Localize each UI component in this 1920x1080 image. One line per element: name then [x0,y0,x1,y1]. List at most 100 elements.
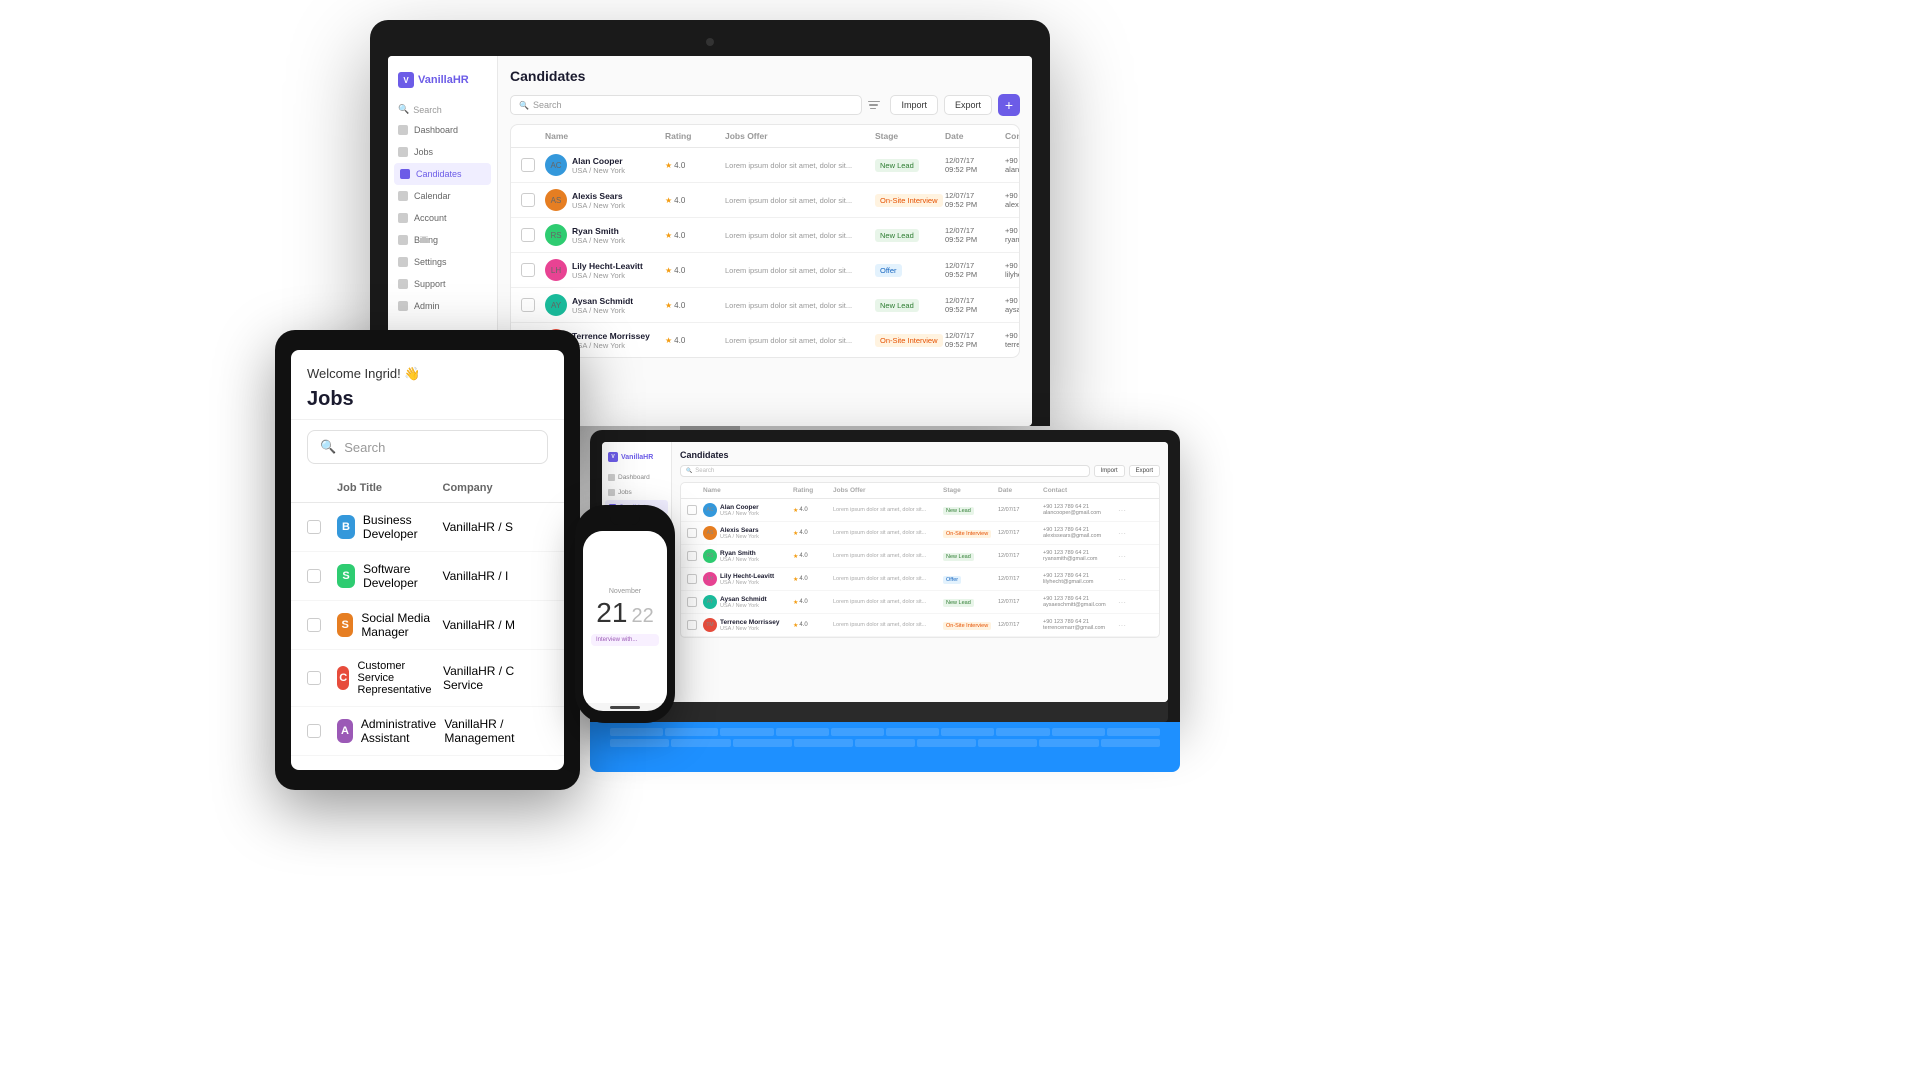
home-bar-line [610,706,640,709]
phone-month: November [609,588,641,595]
stage-badge: Offer [875,264,945,277]
table-row[interactable]: LH Lily Hecht-Leavitt USA / New York ★4.… [511,253,1019,288]
table-row[interactable]: TM Terrence Morrissey USA / New York ★4.… [511,323,1019,357]
support-icon [398,279,408,289]
sidebar-item-account[interactable]: Account [388,207,497,229]
table-row[interactable]: AC Alan Cooper USA / New York ★4.0 Lorem… [511,148,1019,183]
laptop-export-button[interactable]: Export [1129,465,1160,477]
laptop-table-row[interactable]: AC Alan Cooper USA / New York ★4.0 Lorem… [681,499,1159,522]
laptop-import-button[interactable]: Import [1094,465,1125,477]
tablet-table-row[interactable]: B Business Developer VanillaHR / S [291,503,564,552]
name-cell: AS Alexis Sears USA / New York [545,189,665,211]
row-menu[interactable]: ··· [1118,621,1133,630]
row-checkbox[interactable] [521,298,535,312]
row-menu[interactable]: ··· [1118,575,1133,584]
settings-icon [398,257,408,267]
row-checkbox[interactable] [687,505,697,515]
row-checkbox[interactable] [687,528,697,538]
avatar: AC [545,154,567,176]
laptop-table-row[interactable]: TM Terrence Morrissey USA / New York ★4.… [681,614,1159,637]
laptop-app: V VanillaHR Dashboard Jobs [602,442,1168,702]
laptop-table-row[interactable]: RS Ryan Smith USA / New York ★4.0 Lorem … [681,545,1159,568]
laptop-avatar: RS [703,549,717,563]
date-cell: 12/07/17 09:52 PM [945,331,1005,349]
row-checkbox[interactable] [687,574,697,584]
sidebar-item-admin[interactable]: Admin [388,295,497,317]
sidebar-item-support[interactable]: Support [388,273,497,295]
row-checkbox[interactable] [521,263,535,277]
contact-cell: +90 123 789 64 21 alexissears@gmail.com [1005,191,1020,209]
phone-wrapper: November 21 22 Interview with... [575,505,675,723]
avatar: AY [545,294,567,316]
contact-cell: +90 123 789 64 21 terrencemarr@gmail.com [1005,331,1020,349]
scene: V VanillaHR 🔍 Search Dashboard [0,0,1920,1080]
row-checkbox[interactable] [687,551,697,561]
row-checkbox[interactable] [521,193,535,207]
app-logo: V VanillaHR [388,66,497,100]
date-cell: 12/07/17 09:52 PM [945,226,1005,244]
admin-icon [398,301,408,311]
laptop-table-row[interactable]: AY Aysan Schmidt USA / New York ★4.0 Lor… [681,591,1159,614]
tablet-table-row[interactable]: S Social Media Manager VanillaHR / M [291,601,564,650]
search-box[interactable]: 🔍 Search [510,95,862,115]
stage-badge: New Lead [875,229,945,242]
table-row[interactable]: RS Ryan Smith USA / New York ★4.0 Lorem … [511,218,1019,253]
laptop-table-row[interactable]: LH Lily Hecht-Leavitt USA / New York ★4.… [681,568,1159,591]
row-checkbox[interactable] [307,618,321,632]
row-checkbox[interactable] [687,597,697,607]
laptop-avatar: AS [703,526,717,540]
laptop-nav-jobs[interactable]: Jobs [602,485,671,500]
table-row[interactable]: AS Alexis Sears USA / New York ★4.0 Lore… [511,183,1019,218]
tablet-table-row[interactable]: A Administrative Assistant VanillaHR / M… [291,707,564,756]
table-row[interactable]: AY Aysan Schmidt USA / New York ★4.0 Lor… [511,288,1019,323]
import-button[interactable]: Import [890,95,938,115]
tablet-table-row[interactable]: C Customer Service Representative Vanill… [291,650,564,707]
row-checkbox[interactable] [521,228,535,242]
billing-icon [398,235,408,245]
name-cell: AY Aysan Schmidt USA / New York [545,294,665,316]
phone-screen: November 21 22 Interview with... [583,531,667,711]
account-icon [398,213,408,223]
welcome-text: Welcome Ingrid! 👋 [307,366,548,382]
laptop-search[interactable]: 🔍 Search [680,465,1090,477]
row-checkbox[interactable] [307,520,321,534]
monitor-camera [706,38,714,46]
job-letter-icon: S [337,564,355,588]
search-icon-tablet: 🔍 [320,439,336,455]
row-menu[interactable]: ··· [1118,529,1133,538]
phone-calendar: November 21 22 Interview with... [583,531,667,703]
job-offer-text: Lorem ipsum dolor sit amet, dolor sit... [725,161,870,170]
laptop-table-row[interactable]: AS Alexis Sears USA / New York ★4.0 Lore… [681,522,1159,545]
sidebar-item-settings[interactable]: Settings [388,251,497,273]
laptop-avatar: AY [703,595,717,609]
laptop-nav-dashboard[interactable]: Dashboard [602,470,671,485]
sidebar-item-calendar[interactable]: Calendar [388,185,497,207]
calendar-icon [398,191,408,201]
sidebar-item-candidates[interactable]: Candidates [394,163,491,185]
row-menu[interactable]: ··· [1118,552,1133,561]
laptop-candidates-table: Name Rating Jobs Offer Stage Date Contac… [680,482,1160,638]
tablet-search[interactable]: 🔍 Search [307,430,548,464]
sidebar-search[interactable]: 🔍 Search [388,100,497,119]
laptop-jobs-icon [608,489,615,496]
row-menu[interactable]: ··· [1118,506,1133,515]
sidebar-item-jobs[interactable]: Jobs [388,141,497,163]
tablet-frame: Welcome Ingrid! 👋 Jobs 🔍 Search Job Titl… [275,330,580,790]
sidebar-item-billing[interactable]: Billing [388,229,497,251]
export-button[interactable]: Export [944,95,992,115]
tablet-table-row[interactable]: S Software Developer VanillaHR / I [291,552,564,601]
laptop-toolbar: 🔍 Search Import Export [680,465,1160,477]
sidebar-item-dashboard[interactable]: Dashboard [388,119,497,141]
name-cell: LH Lily Hecht-Leavitt USA / New York [545,259,665,281]
job-offer-text: Lorem ipsum dolor sit amet, dolor sit... [725,336,870,345]
filter-icon[interactable] [868,97,884,113]
laptop-wrapper: V VanillaHR Dashboard Jobs [590,430,1180,772]
row-checkbox[interactable] [307,569,321,583]
add-candidate-button[interactable]: + [998,94,1020,116]
row-checkbox[interactable] [687,620,697,630]
row-menu[interactable]: ··· [1118,598,1133,607]
row-checkbox[interactable] [307,724,321,738]
row-checkbox[interactable] [521,158,535,172]
row-checkbox[interactable] [307,671,321,685]
job-offer-text: Lorem ipsum dolor sit amet, dolor sit... [725,266,870,275]
